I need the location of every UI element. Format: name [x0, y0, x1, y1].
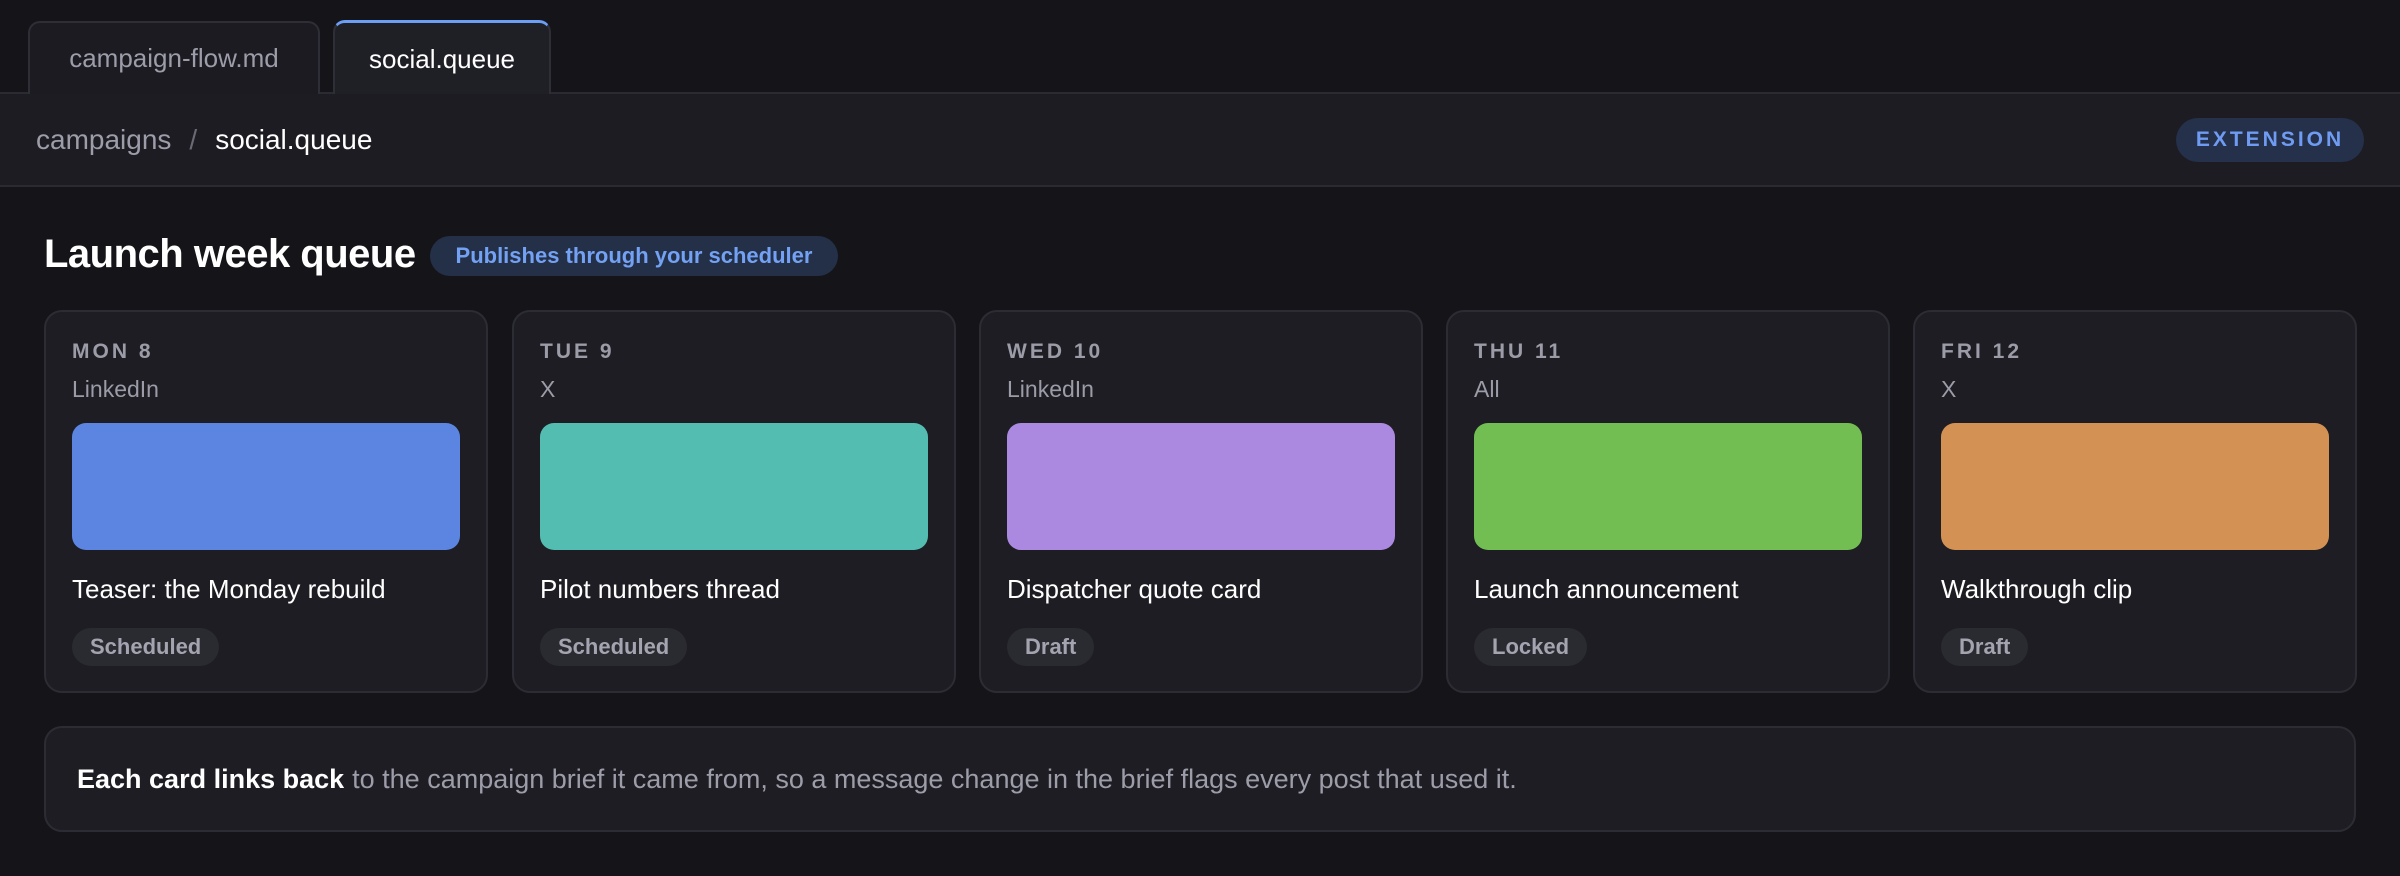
card-thumbnail	[1474, 423, 1862, 550]
tab-label: campaign-flow.md	[69, 43, 279, 73]
card-title: Dispatcher quote card	[1007, 574, 1262, 604]
card-thumbnail	[1007, 423, 1395, 550]
breadcrumb: campaigns / social.queue	[36, 124, 372, 156]
card-day: FRI 12	[1941, 340, 2023, 363]
post-card[interactable]: THU 11 All Launch announcement Locked	[1446, 310, 1890, 693]
card-title: Launch announcement	[1474, 574, 1739, 604]
card-title: Walkthrough clip	[1941, 574, 2133, 604]
page-title: Launch week queue	[44, 232, 416, 276]
status-badge: Locked	[1474, 628, 1588, 666]
breadcrumb-parent[interactable]: campaigns	[36, 124, 171, 156]
status-badge: Draft	[1007, 628, 1095, 666]
status-badge: Scheduled	[72, 628, 220, 666]
publish-badge: Publishes through your scheduler	[430, 236, 838, 276]
card-channel: X	[540, 376, 556, 402]
card-channel: All	[1474, 376, 1500, 402]
card-day: TUE 9	[540, 340, 615, 363]
note-bold: Each card links back	[77, 763, 345, 794]
status-badge: Draft	[1941, 628, 2029, 666]
status-badge: Scheduled	[540, 628, 688, 666]
tab-label: social.queue	[369, 43, 515, 74]
note-text: to the campaign brief it came from, so a…	[352, 763, 1517, 794]
post-card[interactable]: WED 10 LinkedIn Dispatcher quote card Draft	[979, 310, 1423, 693]
card-channel: LinkedIn	[1007, 376, 1094, 402]
breadcrumb-current: social.queue	[215, 124, 373, 155]
card-title: Teaser: the Monday rebuild	[72, 574, 386, 604]
card-day: THU 11	[1474, 340, 1564, 363]
extension-badge: EXTENSION	[2176, 118, 2364, 162]
tab-bar: campaign-flow.md social.queue	[0, 0, 2400, 97]
card-day: MON 8	[72, 340, 154, 363]
post-card[interactable]: MON 8 LinkedIn Teaser: the Monday rebuild S…	[44, 310, 488, 693]
card-channel: X	[1941, 376, 1957, 402]
tab-campaign-flow[interactable]: campaign-flow.md	[28, 21, 320, 94]
breadcrumb-separator: /	[189, 124, 198, 155]
card-day: WED 10	[1007, 340, 1104, 363]
card-channel: LinkedIn	[72, 376, 159, 402]
card-thumbnail	[540, 423, 928, 550]
info-note: Each card links back to the campaign bri…	[44, 726, 2356, 832]
card-thumbnail	[72, 423, 460, 550]
breadcrumb-bar: campaigns / social.queue EXTENSION	[0, 94, 2400, 187]
tab-social-queue[interactable]: social.queue	[333, 20, 551, 97]
post-card[interactable]: FRI 12 X Walkthrough clip Draft	[1913, 310, 2357, 693]
card-title: Pilot numbers thread	[540, 574, 780, 604]
card-thumbnail	[1941, 423, 2329, 550]
post-card[interactable]: TUE 9 X Pilot numbers thread Scheduled	[512, 310, 956, 693]
